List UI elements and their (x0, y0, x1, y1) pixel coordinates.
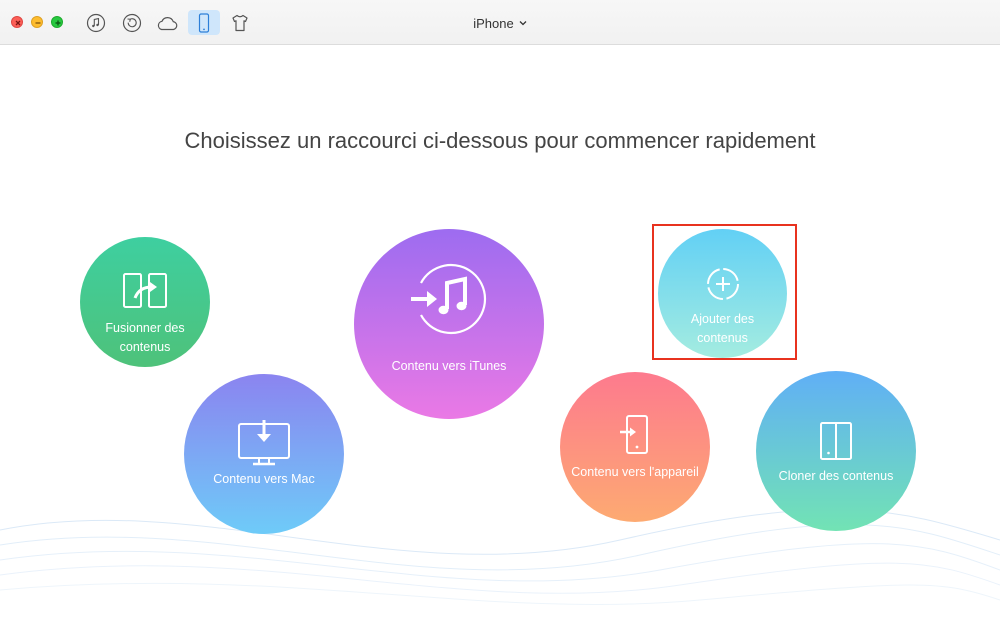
close-window-button[interactable] (11, 16, 23, 28)
minimize-icon (35, 22, 41, 24)
content-to-itunes-label: Contenu vers iTunes (391, 359, 507, 373)
shirt-icon (232, 14, 248, 31)
content-to-device-shortcut[interactable]: Contenu vers l'appareil (560, 372, 710, 522)
add-content-icon (706, 268, 739, 300)
title-bar: iPhone (0, 0, 1000, 45)
merge-icon (123, 273, 167, 308)
minimize-window-button[interactable] (31, 16, 43, 28)
chevron-down-icon (519, 21, 527, 26)
add-content-label-line2: contenus (697, 331, 748, 345)
zoom-icon (55, 20, 61, 26)
content-to-device-label: Contenu vers l'appareil (571, 465, 699, 479)
merge-content-label-line1: Fusionner des (105, 321, 185, 335)
transfer-to-itunes-icon (411, 263, 487, 335)
merge-content-label-line2: contenus (119, 340, 171, 354)
cloud-button[interactable] (151, 10, 183, 35)
download-to-mac-icon (238, 420, 290, 466)
content-to-mac-label: Contenu vers Mac (213, 472, 315, 486)
device-tab-button[interactable] (188, 10, 220, 35)
restore-icon (122, 13, 142, 32)
content-to-mac-shortcut[interactable]: Contenu vers Mac (184, 374, 344, 534)
transfer-to-device-icon (620, 415, 648, 454)
content-to-itunes-shortcut[interactable]: Contenu vers iTunes (354, 229, 544, 419)
add-content-label-line1: Ajouter des (690, 312, 755, 326)
restore-button[interactable] (116, 10, 148, 35)
add-content-shortcut[interactable]: Ajouter des contenus (658, 229, 787, 358)
theme-button[interactable] (224, 10, 256, 35)
music-icon (86, 13, 106, 32)
music-button[interactable] (80, 10, 112, 35)
merge-content-shortcut[interactable]: Fusionner des contenus (80, 237, 210, 367)
device-name: iPhone (473, 15, 514, 31)
device-selector[interactable]: iPhone (455, 13, 545, 33)
clone-icon (820, 422, 852, 460)
clone-content-label: Cloner des contenus (778, 469, 894, 483)
close-icon (15, 20, 21, 26)
phone-icon (198, 12, 210, 33)
zoom-window-button[interactable] (51, 16, 63, 28)
cloud-icon (157, 16, 178, 30)
clone-content-shortcut[interactable]: Cloner des contenus (756, 371, 916, 531)
page-title: Choisissez un raccourci ci-dessous pour … (184, 128, 816, 153)
